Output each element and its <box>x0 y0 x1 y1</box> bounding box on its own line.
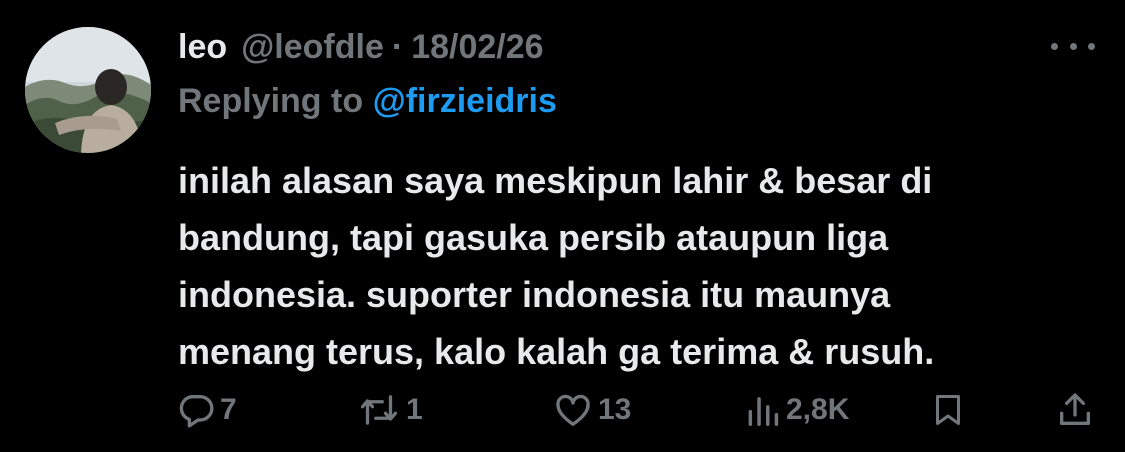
tweet-text: inilah alasan saya meskipun lahir & besa… <box>178 152 1098 380</box>
more-dots-icon[interactable] <box>1051 34 1095 58</box>
replying-to: Replying to @firzieidris <box>178 82 557 121</box>
author-avatar[interactable] <box>25 27 151 153</box>
header-separator: · <box>391 27 404 66</box>
tweet-text-line: bandung, tapi gasuka persib ataupun liga <box>178 217 889 258</box>
tweet-text-line: inilah alasan saya meskipun lahir & besa… <box>178 160 933 201</box>
repost-button[interactable]: 1 <box>356 385 423 435</box>
like-count: 13 <box>598 393 632 426</box>
repost-icon <box>360 395 398 425</box>
more-dot <box>1051 42 1058 50</box>
replying-prefix: Replying to <box>178 82 373 120</box>
repost-count: 1 <box>406 393 423 426</box>
reply-count: 7 <box>220 393 237 426</box>
author-name[interactable]: leo <box>178 28 227 67</box>
like-button[interactable]: 13 <box>552 385 631 435</box>
tweet-date[interactable]: 18/02/26 <box>411 28 543 67</box>
views-button[interactable]: 2,8K <box>744 385 849 435</box>
comment-icon <box>179 395 214 428</box>
views-count: 2,8K <box>786 393 850 426</box>
author-handle[interactable]: @leofdle <box>241 28 384 67</box>
tweet-text-line: indonesia. suporter indonesia itu maunya <box>178 274 891 315</box>
tweet-header: leo @leofdle · 18/02/26 <box>178 24 544 70</box>
replying-to-mention[interactable]: @firzieidris <box>373 82 557 120</box>
views-chart-icon <box>748 397 779 426</box>
reply-button[interactable]: 7 <box>176 385 237 435</box>
more-dot <box>1088 42 1095 50</box>
avatar-image <box>25 27 151 153</box>
bookmark-icon <box>936 395 960 425</box>
action-bar: 7 1 13 2,8K <box>0 385 1125 435</box>
share-icon <box>1060 393 1090 425</box>
share-button[interactable] <box>1055 385 1095 435</box>
heart-icon <box>556 394 590 426</box>
bookmark-button[interactable] <box>930 385 966 435</box>
more-dot <box>1069 42 1077 50</box>
tweet-text-line: menang terus, kalo kalah ga terima & rus… <box>178 331 935 372</box>
